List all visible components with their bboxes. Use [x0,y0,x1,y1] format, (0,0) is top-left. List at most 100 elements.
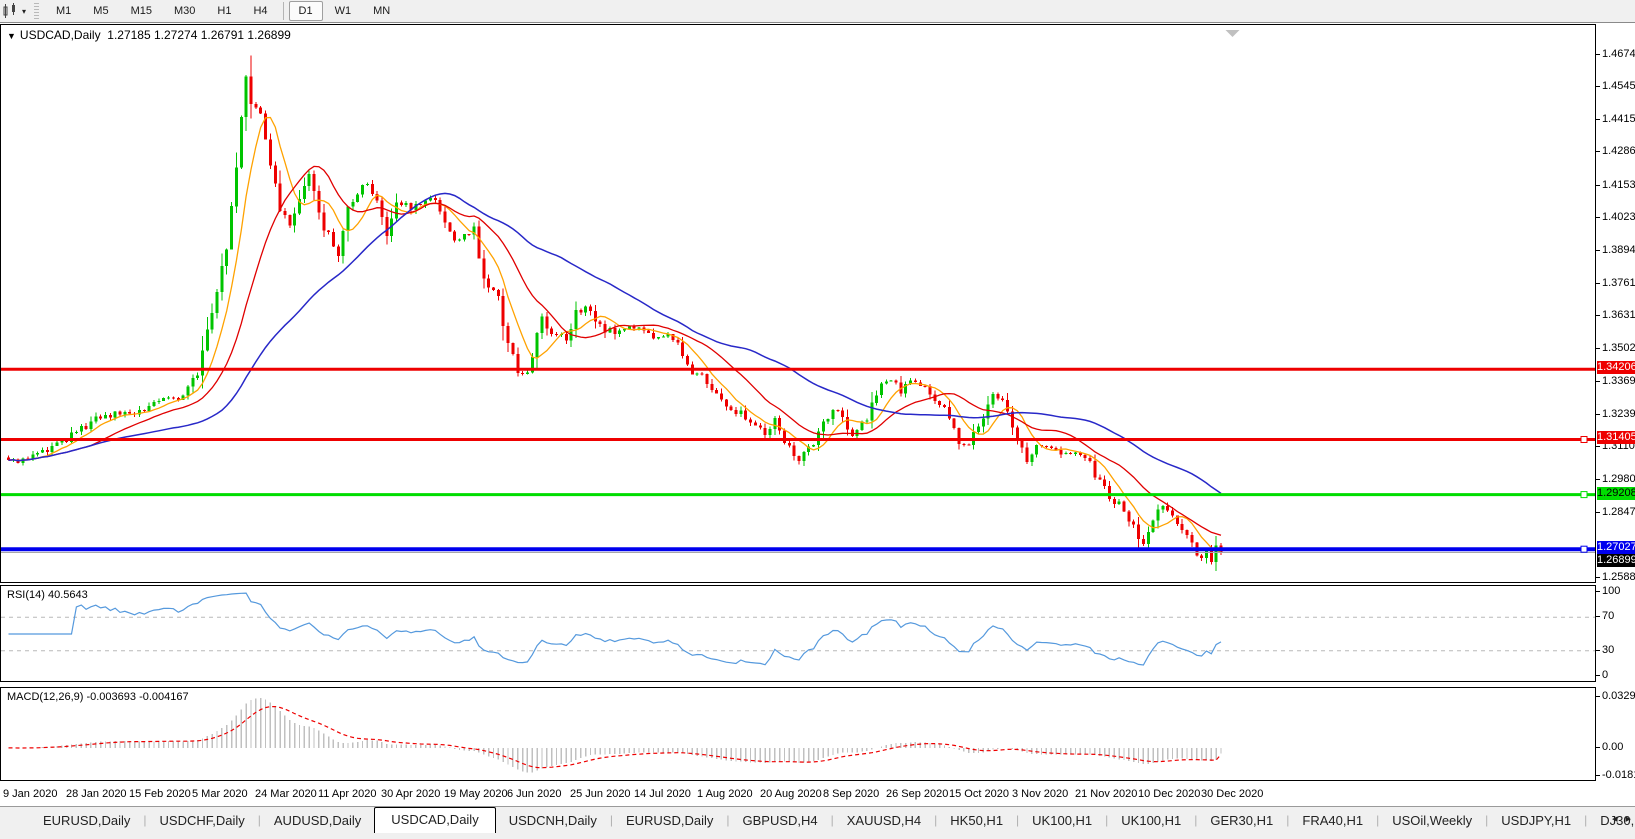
chart-ohlc-quotes: 1.27185 1.27274 1.26791 1.26899 [107,28,291,42]
toolbar-drag-handle[interactable] [34,3,40,19]
date-axis-label: 19 May 2020 [444,788,508,800]
timeframe-button-m1[interactable]: M1 [46,1,81,21]
timeframe-button-h4[interactable]: H4 [243,1,277,21]
tab-usoil-weekly[interactable]: USOil,Weekly [1379,809,1485,833]
macd-label: MACD(12,26,9) -0.003693 -0.004167 [7,691,189,703]
rsi-axis-label: 70 [1602,610,1615,622]
date-axis-label: 11 Apr 2020 [318,788,377,800]
level-line-handle[interactable] [1580,491,1588,499]
date-axis-label: 8 Sep 2020 [823,788,880,800]
chart-shift-marker-icon[interactable] [1225,30,1240,37]
price-axis-tick [1596,54,1600,55]
tab-gbpusd-h4[interactable]: GBPUSD,H4 [729,809,830,833]
timeframe-button-mn[interactable]: MN [363,1,400,21]
price-axis-label: 1.46745 [1602,48,1635,60]
date-axis-label: 15 Feb 2020 [129,788,191,800]
tab-usdjpy-h1[interactable]: USDJPY,H1 [1488,809,1584,833]
rsi-line [8,592,1222,666]
chart-dropdown-icon[interactable]: ▼ [7,31,16,41]
rsi-panel: RSI(14) 40.5643 [0,585,1596,682]
macd-axis-label: 0.032972 [1602,690,1635,702]
tab-xauusd-h4[interactable]: XAUUSD,H4 [834,809,934,833]
price-axis-label: 1.35020 [1602,342,1635,354]
tab-uk100-h1[interactable]: UK100,H1 [1108,809,1194,833]
price-axis-label: 1.29805 [1602,473,1635,485]
tab-uk100-h1[interactable]: UK100,H1 [1019,809,1105,833]
price-axis-tick [1596,315,1600,316]
price-axis-tick [1596,86,1600,87]
macd-axis-tick [1596,775,1600,776]
tab-scroll-right-icon[interactable]: ▸ [1625,812,1631,825]
price-axis-label: 1.25885 [1602,571,1635,583]
price-axis-tick [1596,446,1600,447]
level-line-handle[interactable] [1580,436,1588,443]
price-axis-label: 1.33690 [1602,375,1635,387]
tab-eurusd-daily[interactable]: EURUSD,Daily [30,809,143,833]
date-axis-label: 21 Nov 2020 [1075,788,1138,800]
rsi-axis-tick [1596,591,1600,592]
date-axis-label: 25 Jun 2020 [570,788,631,800]
date-axis-label: 1 Aug 2020 [697,788,753,800]
timeframe-button-d1[interactable]: D1 [288,1,323,21]
date-axis-label: 5 Mar 2020 [192,788,248,800]
tab-usdcnh-daily[interactable]: USDCNH,Daily [496,809,610,833]
chart-type-icon[interactable] [1,3,21,19]
macd-axis-tick [1596,747,1600,748]
price-axis-label: 1.36315 [1602,309,1635,321]
rsi-axis-tick [1596,650,1600,651]
date-axis-label: 28 Jan 2020 [66,788,127,800]
timeframe-button-m15[interactable]: M15 [121,1,162,21]
date-axis-label: 15 Oct 2020 [949,788,1009,800]
date-axis-label: 20 Aug 2020 [760,788,822,800]
price-axis-label: 1.28475 [1602,506,1635,518]
tab-hk50-h1[interactable]: HK50,H1 [937,809,1016,833]
bid-price-tag: 1.26899 [1597,554,1635,567]
price-axis-tick [1596,283,1600,284]
date-axis-label: 30 Apr 2020 [381,788,441,800]
rsi-label: RSI(14) 40.5643 [7,589,88,601]
level-line-handle[interactable] [1580,545,1588,553]
timeframe-button-m30[interactable]: M30 [164,1,205,21]
level-price-tag: 1.31405 [1597,431,1635,444]
chart-type-dropdown-icon[interactable]: ▾ [21,7,30,16]
date-axis-label: 9 Jan 2020 [3,788,58,800]
tab-audusd-daily[interactable]: AUDUSD,Daily [261,809,374,833]
rsi-axis-label: 0 [1602,669,1609,681]
rsi-axis-tick [1596,675,1600,676]
tab-scroll-left-icon[interactable]: ◂ [1612,812,1618,825]
price-axis-tick [1596,414,1600,415]
date-axis-label: 14 Jul 2020 [634,788,691,800]
level-price-tag: 1.34206 [1597,361,1635,374]
tab-fra40-h1[interactable]: FRA40,H1 [1289,809,1376,833]
macd-canvas [8,698,1222,773]
date-axis-label: 30 Dec 2020 [1201,788,1264,800]
tab-usdcad-daily[interactable]: USDCAD,Daily [374,807,496,833]
price-axis-label: 1.44155 [1602,113,1635,125]
price-axis-label: 1.41530 [1602,179,1635,191]
chart-symbol-label: USDCAD,Daily [19,28,101,42]
price-axis-tick [1596,479,1600,480]
tab-ger30-h1[interactable]: GER30,H1 [1197,809,1286,833]
price-axis-label: 1.42860 [1602,145,1635,157]
timeframe-button-w1[interactable]: W1 [325,1,362,21]
timeframe-button-h1[interactable]: H1 [207,1,241,21]
macd-histogram [17,698,1222,773]
tab-scroll-buttons: ◂ ▸ [1612,812,1631,825]
instrument-tab-bar: EURUSD,Daily | USDCHF,Daily | AUDUSD,Daily US… [0,806,1635,833]
price-axis-label: 1.40235 [1602,211,1635,223]
price-axis-tick [1596,119,1600,120]
toolbar-separator [282,2,284,20]
tab-eurusd-daily[interactable]: EURUSD,Daily [613,809,726,833]
price-axis-label: 1.37610 [1602,277,1635,289]
price-axis-tick [1596,185,1600,186]
timeframe-toolbar: ▾ M1 M5 M15 M30 H1 H4 D1 W1 MN [0,0,1635,23]
macd-axis-label: -0.018154 [1602,769,1635,781]
tab-usdchf-daily[interactable]: USDCHF,Daily [147,809,258,833]
rsi-axis-tick [1596,616,1600,617]
price-axis-label: 1.38940 [1602,244,1635,256]
date-axis-label: 6 Jun 2020 [507,788,562,800]
rsi-axis-label: 100 [1602,585,1621,597]
price-axis-tick [1596,577,1600,578]
timeframe-button-m5[interactable]: M5 [83,1,118,21]
moving-average-line-18 [8,165,1222,536]
